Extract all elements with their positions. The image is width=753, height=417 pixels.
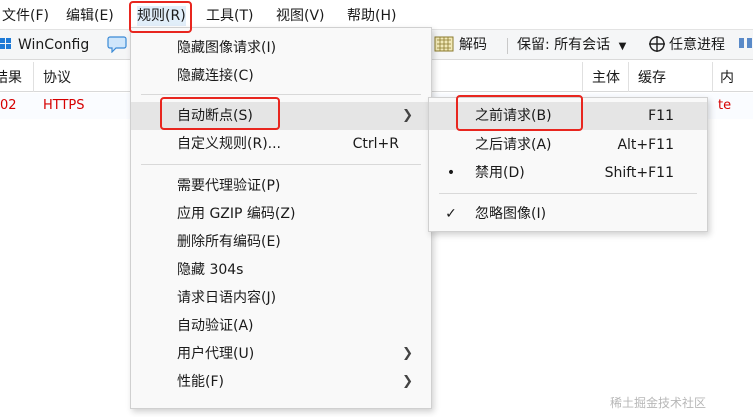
- menu-item-label: 隐藏连接(C): [177, 68, 254, 84]
- menu-item-label: 删除所有编码(E): [177, 234, 281, 250]
- annotation-box-auto-breakpoints: [160, 97, 280, 130]
- decode-button[interactable]: 解码: [459, 35, 487, 55]
- menu-item-automatic-auth[interactable]: 自动验证(A): [131, 312, 431, 340]
- menu-item-label: 性能(F): [177, 374, 224, 390]
- menu-file[interactable]: 文件(F): [2, 6, 49, 26]
- menu-item-label: 隐藏图像请求(I): [177, 40, 277, 56]
- decode-icon: [434, 35, 458, 55]
- menu-item-label: 需要代理验证(P): [177, 178, 281, 194]
- menu-edit[interactable]: 编辑(E): [66, 6, 114, 26]
- keep-sessions-label: 保留: 所有会话: [517, 37, 611, 53]
- column-divider: [712, 62, 713, 92]
- column-result[interactable]: 结果: [0, 68, 22, 88]
- chevron-right-icon: ❯: [402, 108, 413, 123]
- watermark: 稀土掘金技术社区: [610, 396, 707, 410]
- menu-tools[interactable]: 工具(T): [206, 6, 253, 26]
- checkmark-icon: ✓: [445, 206, 457, 222]
- chevron-right-icon: ❯: [402, 346, 413, 361]
- any-process-button[interactable]: 任意进程: [669, 35, 725, 55]
- annotation-box-rules-menu: [129, 1, 192, 33]
- submenu-item-shortcut: F11: [648, 108, 674, 124]
- column-protocol[interactable]: 协议: [43, 68, 71, 88]
- radio-bullet-icon: •: [446, 165, 456, 181]
- menu-separator: [141, 94, 421, 95]
- winconfig-button[interactable]: WinConfig: [18, 35, 89, 55]
- column-content[interactable]: 内: [720, 68, 734, 88]
- menu-separator: [141, 164, 421, 165]
- menu-item-label: 隐藏 304s: [177, 262, 244, 278]
- menu-item-label: 用户代理(U): [177, 346, 255, 362]
- submenu-separator: [439, 193, 697, 194]
- menu-item-shortcut: Ctrl+R: [352, 136, 399, 152]
- annotation-box-before-requests: [456, 95, 583, 131]
- comment-icon[interactable]: [107, 35, 129, 55]
- column-divider: [33, 62, 34, 92]
- column-divider: [628, 62, 629, 92]
- menu-item-hide-connects[interactable]: 隐藏连接(C): [131, 62, 431, 90]
- windows-logo-icon: [0, 38, 12, 51]
- submenu-item-after-responses[interactable]: 之后请求(A) Alt+F11: [429, 131, 707, 159]
- row-protocol: HTTPS: [43, 98, 85, 113]
- menu-item-hide-image-requests[interactable]: 隐藏图像请求(I): [131, 34, 431, 62]
- crosshair-icon[interactable]: [648, 35, 668, 55]
- submenu-item-shortcut: Alt+F11: [617, 137, 674, 153]
- submenu-item-label: 忽略图像(I): [475, 206, 547, 222]
- menu-item-label: 自定义规则(R)...: [177, 136, 282, 152]
- menu-item-remove-encodings[interactable]: 删除所有编码(E): [131, 228, 431, 256]
- chevron-right-icon: ❯: [402, 374, 413, 389]
- submenu-item-label: 之后请求(A): [475, 137, 552, 153]
- menu-item-require-proxy-auth[interactable]: 需要代理验证(P): [131, 172, 431, 200]
- rules-menu: 隐藏图像请求(I) 隐藏连接(C) 自动断点(S) ❯ 自定义规则(R)... …: [130, 27, 432, 409]
- menu-bar: 文件(F) 编辑(E) 规则(R) 工具(T) 视图(V) 帮助(H): [0, 0, 753, 30]
- menu-item-label: 自动验证(A): [177, 318, 254, 334]
- menu-item-customize-rules[interactable]: 自定义规则(R)... Ctrl+R: [131, 130, 431, 158]
- menu-help[interactable]: 帮助(H): [347, 6, 396, 26]
- row-content: te: [718, 98, 732, 113]
- submenu-item-label: 禁用(D): [475, 165, 525, 181]
- column-divider: [582, 62, 583, 92]
- keep-sessions-dropdown[interactable]: 保留: 所有会话 ▼: [517, 35, 626, 55]
- column-caching[interactable]: 缓存: [638, 68, 666, 88]
- menu-item-hide-304s[interactable]: 隐藏 304s: [131, 256, 431, 284]
- menu-item-apply-gzip[interactable]: 应用 GZIP 编码(Z): [131, 200, 431, 228]
- menu-item-performance[interactable]: 性能(F) ❯: [131, 368, 431, 396]
- chevron-down-icon: ▼: [618, 41, 627, 52]
- find-icon[interactable]: [738, 35, 753, 55]
- menu-item-label: 请求日语内容(J): [177, 290, 277, 306]
- row-result: 02: [0, 98, 17, 113]
- menu-item-user-agents[interactable]: 用户代理(U) ❯: [131, 340, 431, 368]
- menu-view[interactable]: 视图(V): [276, 6, 325, 26]
- submenu-item-shortcut: Shift+F11: [604, 165, 674, 181]
- menu-item-label: 应用 GZIP 编码(Z): [177, 206, 296, 222]
- toolbar-divider: [507, 38, 508, 54]
- menu-item-request-japanese[interactable]: 请求日语内容(J): [131, 284, 431, 312]
- column-body[interactable]: 主体: [592, 68, 620, 88]
- submenu-item-ignore-images[interactable]: ✓ 忽略图像(I): [429, 200, 707, 228]
- submenu-item-disabled[interactable]: • 禁用(D) Shift+F11: [429, 159, 707, 187]
